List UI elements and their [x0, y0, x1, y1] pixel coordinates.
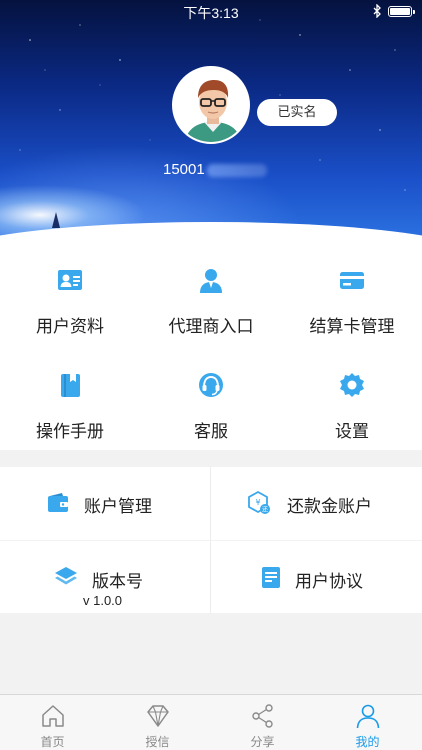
battery-icon	[388, 6, 415, 17]
repayment-account-button[interactable]: ¥ 还 还款金账户	[211, 467, 421, 540]
user-avatar-icon[interactable]	[172, 66, 250, 144]
id-card-icon	[58, 270, 82, 290]
grid-item-agent-entry[interactable]: 代理商入口	[141, 258, 281, 353]
grid-item-label: 结算卡管理	[309, 317, 395, 337]
cell-label: 还款金账户	[287, 497, 372, 517]
phone-mask	[207, 164, 267, 177]
grid-item-label: 用户资料	[36, 317, 104, 337]
status-time: 下午3:13	[183, 5, 239, 21]
svg-text:还: 还	[262, 507, 268, 514]
tab-label: 授信	[145, 735, 170, 749]
wallet-icon	[48, 493, 68, 512]
grid-item-settings[interactable]: 设置	[282, 363, 422, 458]
tab-mine[interactable]: 我的	[315, 695, 420, 750]
feature-grid: 用户资料 代理商入口 结算卡管理 操作手册 客服 设置	[0, 252, 422, 450]
diamond-icon	[147, 705, 169, 727]
account-row-2: 版本号 v 1.0.0 用户协议	[0, 541, 422, 613]
grid-item-customer-service[interactable]: 客服	[141, 363, 281, 458]
user-agreement-button[interactable]: 用户协议	[211, 541, 421, 613]
tab-label: 我的	[355, 735, 380, 749]
agent-person-icon	[200, 269, 222, 293]
svg-text:¥: ¥	[255, 498, 260, 507]
grid-item-label: 代理商入口	[168, 317, 254, 337]
cell-label: 版本号	[92, 572, 143, 592]
cell-label: 用户协议	[295, 572, 363, 592]
account-row-1: 账户管理 ¥ 还 还款金账户	[0, 467, 422, 540]
profile-header: 下午3:13 已实名 15001	[0, 0, 422, 252]
cell-label: 账户管理	[84, 497, 152, 517]
tab-label: 分享	[250, 735, 275, 749]
home-icon	[42, 705, 64, 727]
bank-card-icon	[340, 272, 364, 289]
version-button[interactable]: 版本号 v 1.0.0	[0, 541, 210, 613]
repay-coin-icon: ¥ 还	[248, 491, 270, 514]
tab-label: 首页	[40, 735, 65, 749]
bluetooth-icon	[373, 4, 381, 18]
share-icon	[252, 704, 273, 728]
person-icon	[356, 704, 380, 729]
tab-bar: 首页 授信 分享 我的	[0, 694, 422, 750]
grid-item-bank-card[interactable]: 结算卡管理	[282, 258, 422, 353]
grid-item-manual[interactable]: 操作手册	[0, 363, 140, 458]
grid-item-label: 客服	[194, 422, 228, 442]
account-management-button[interactable]: 账户管理	[0, 467, 210, 540]
grid-item-label: 设置	[335, 422, 369, 442]
document-icon	[262, 567, 280, 588]
layers-icon	[55, 567, 77, 585]
phone-number: 15001	[163, 161, 205, 178]
status-bar: 下午3:13	[0, 0, 422, 22]
manual-book-icon	[61, 374, 80, 397]
verified-badge: 已实名	[257, 99, 337, 126]
version-number: v 1.0.0	[83, 593, 123, 608]
gear-icon	[340, 373, 364, 397]
grid-item-label: 操作手册	[36, 422, 104, 442]
grid-item-user-profile[interactable]: 用户资料	[0, 258, 140, 353]
tab-home[interactable]: 首页	[0, 695, 105, 750]
tab-share[interactable]: 分享	[210, 695, 315, 750]
tab-credit[interactable]: 授信	[105, 695, 210, 750]
headset-icon	[199, 373, 223, 397]
